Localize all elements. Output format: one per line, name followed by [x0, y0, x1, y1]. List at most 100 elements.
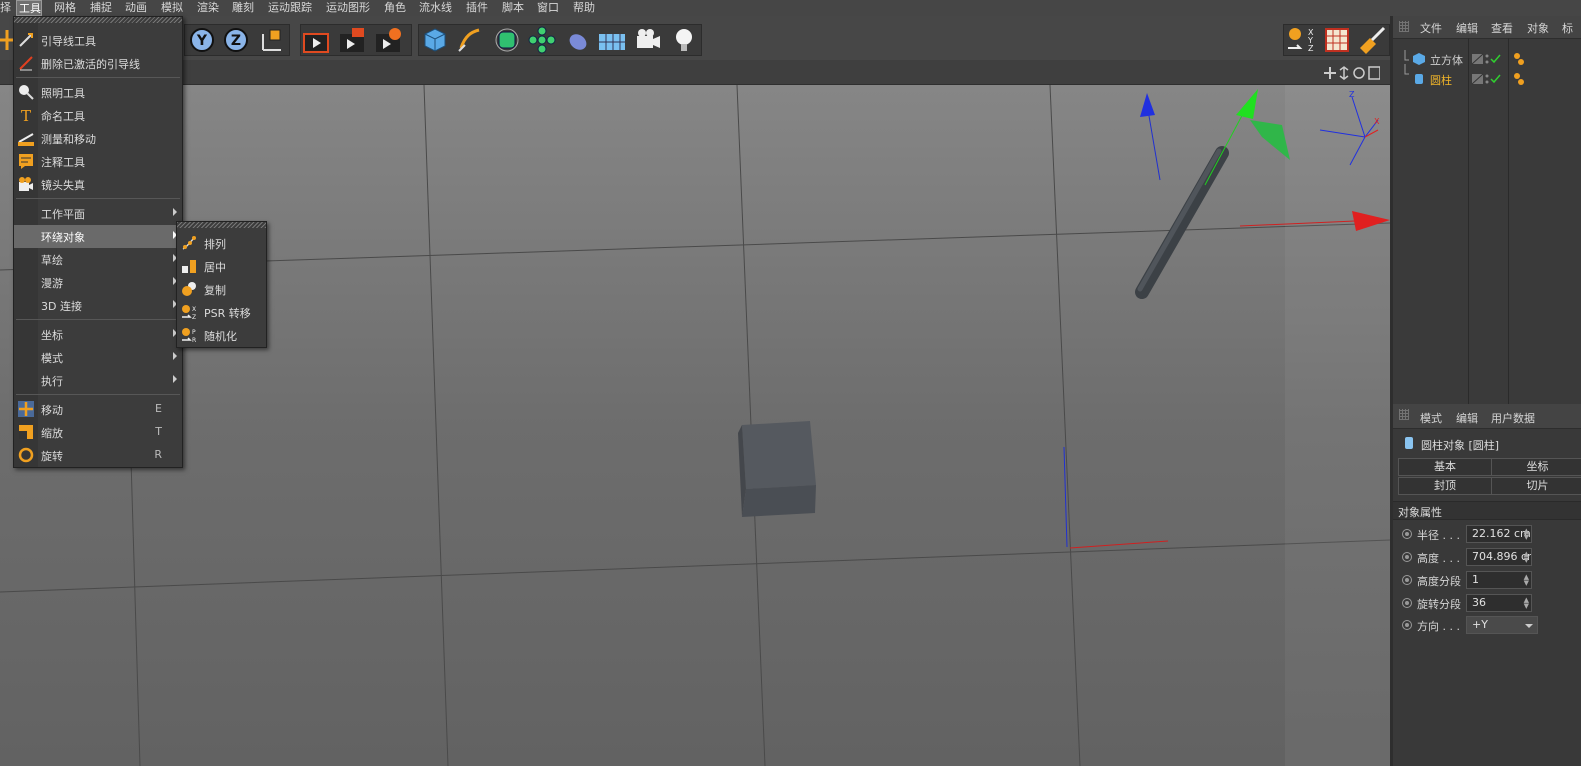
viewport-nav-icons[interactable] [1324, 66, 1381, 80]
phong-tag-icon[interactable] [1512, 52, 1526, 66]
menu-snap[interactable]: 捕捉 [90, 0, 112, 16]
menu-item-naming-tool[interactable]: T 命名工具 [14, 104, 182, 127]
menu-window[interactable]: 窗口 [537, 0, 559, 16]
menu-item-lighting-tool[interactable]: 照明工具 [14, 81, 182, 104]
cube-object-icon[interactable] [421, 26, 449, 54]
menu-item-execute[interactable]: 执行 [14, 369, 182, 392]
menu-separator [16, 198, 180, 199]
render-settings-icon[interactable] [374, 26, 402, 54]
tab-caps-button[interactable]: 封顶 [1398, 477, 1492, 495]
menu-character[interactable]: 角色 [384, 0, 406, 16]
menu-plugins[interactable]: 插件 [466, 0, 488, 16]
menu-item-sketch[interactable]: 草绘 [14, 248, 182, 271]
menu-item-3d-connexion[interactable]: 3D 连接 [14, 294, 182, 317]
radius-input[interactable]: 22.162 cm ▲ ▼ [1466, 525, 1532, 543]
render-picture-viewer-icon[interactable] [338, 26, 366, 54]
menu-item-rotate[interactable]: 旋转 R [14, 444, 182, 467]
menu-item-coordinates[interactable]: 坐标 [14, 323, 182, 346]
svg-text:X: X [192, 306, 196, 313]
3d-viewport[interactable]: Z X [0, 85, 1390, 766]
menu-item-move[interactable]: 移动 E [14, 398, 182, 421]
om-tab-tags[interactable]: 标 [1562, 20, 1573, 36]
orientation-dropdown[interactable]: +Y [1466, 616, 1538, 634]
render-view-icon[interactable] [302, 26, 330, 54]
object-row-cylinder[interactable]: 圆柱 [1393, 64, 1581, 89]
tab-basic-button[interactable]: 基本 [1398, 458, 1492, 476]
submenu-item-center[interactable]: 居中 [177, 255, 266, 278]
menu-item-lens-distortion[interactable]: 镜头失真 [14, 173, 182, 196]
menu-tearoff-grip[interactable] [14, 17, 182, 23]
am-tab-user-data[interactable]: 用户数据 [1491, 410, 1535, 426]
menu-tools[interactable]: 工具 [16, 0, 42, 16]
menu-item-navigation[interactable]: 漫游 [14, 271, 182, 294]
om-tab-view[interactable]: 查看 [1491, 20, 1513, 36]
menu-script[interactable]: 脚本 [502, 0, 524, 16]
visibility-check-icon[interactable] [1472, 73, 1504, 85]
menu-item-scale[interactable]: 缩放 T [14, 421, 182, 444]
om-tab-file[interactable]: 文件 [1420, 20, 1442, 36]
menu-item-annotation-tool[interactable]: 注释工具 [14, 150, 182, 173]
height-segments-input[interactable]: 1 ▲ ▼ [1466, 571, 1532, 589]
submenu-item-label: 随机化 [204, 330, 237, 343]
submenu-item-arrange[interactable]: 排列 [177, 232, 266, 255]
menu-simulate[interactable]: 模拟 [161, 0, 183, 16]
camera-icon[interactable] [634, 26, 662, 54]
menu-mograph[interactable]: 运动图形 [326, 0, 370, 16]
light-icon[interactable] [670, 26, 698, 54]
menu-mesh[interactable]: 网格 [54, 0, 76, 16]
texture-grid-icon[interactable] [1323, 26, 1351, 54]
menu-sculpt[interactable]: 雕刻 [232, 0, 254, 16]
om-tab-edit[interactable]: 编辑 [1456, 20, 1478, 36]
menu-item-arrange-objects[interactable]: 环绕对象 [14, 225, 182, 248]
spinner-icon[interactable]: ▲ ▼ [1524, 551, 1529, 564]
phong-tag-icon[interactable] [1512, 72, 1526, 86]
submenu-item-psr-transfer[interactable]: XZ PSR 转移 [177, 301, 266, 324]
orientation-value: +Y [1472, 618, 1488, 631]
tab-coord-button[interactable]: 坐标 [1491, 458, 1581, 476]
object-row-cube[interactable]: 立方体 [1393, 50, 1581, 69]
paint-brush-icon[interactable] [1358, 26, 1386, 54]
axis-z-lock-icon[interactable]: Z [222, 26, 250, 54]
world-coordinates-icon[interactable] [258, 26, 286, 54]
pen-spline-icon[interactable] [455, 26, 483, 54]
tab-slice-button[interactable]: 切片 [1491, 477, 1581, 495]
keyframe-radio[interactable] [1402, 552, 1412, 562]
spinner-icon[interactable]: ▲ ▼ [1524, 528, 1529, 541]
spinner-icon[interactable]: ▲ ▼ [1524, 597, 1529, 610]
submenu-item-duplicate[interactable]: 复制 [177, 278, 266, 301]
subdivision-surface-icon[interactable] [493, 26, 521, 54]
menu-item-delete-guides[interactable]: 删除已激活的引导线 [14, 52, 182, 75]
am-tab-edit[interactable]: 编辑 [1456, 410, 1478, 426]
rotation-segments-input[interactable]: 36 ▲ ▼ [1466, 594, 1532, 612]
height-input[interactable]: 704.896 cm ▲ ▼ [1466, 548, 1532, 566]
floor-scene-icon[interactable] [598, 26, 626, 54]
axis-y-lock-icon[interactable]: Y [188, 26, 216, 54]
menu-item-modes[interactable]: 模式 [14, 346, 182, 369]
keyframe-radio[interactable] [1402, 529, 1412, 539]
move-tool-icon[interactable] [0, 26, 14, 54]
keyframe-radio[interactable] [1402, 598, 1412, 608]
keyframe-radio[interactable] [1402, 620, 1412, 630]
menu-help[interactable]: 帮助 [573, 0, 595, 16]
menu-select[interactable]: 择 [0, 0, 11, 16]
menu-item-measure-move[interactable]: 测量和移动 [14, 127, 182, 150]
am-tab-mode[interactable]: 模式 [1420, 410, 1442, 426]
visibility-check-icon[interactable] [1472, 53, 1504, 65]
menu-item-workplane[interactable]: 工作平面 [14, 202, 182, 225]
psr-transfer-tool-icon[interactable]: XYZ [1286, 26, 1314, 54]
deformer-icon[interactable] [564, 26, 592, 54]
menu-render[interactable]: 渲染 [197, 0, 219, 16]
panel-grip-icon[interactable] [1399, 409, 1409, 420]
spinner-icon[interactable]: ▲ ▼ [1524, 574, 1529, 587]
menu-item-guide-tool[interactable]: 引导线工具 [14, 29, 182, 52]
keyframe-radio[interactable] [1402, 575, 1412, 585]
om-column-divider-2 [1508, 38, 1509, 404]
om-tab-objects[interactable]: 对象 [1527, 20, 1549, 36]
menu-pipeline[interactable]: 流水线 [419, 0, 452, 16]
panel-grip-icon[interactable] [1399, 21, 1409, 32]
cloner-icon[interactable] [528, 26, 556, 54]
submenu-item-randomize[interactable]: PR 随机化 [177, 324, 266, 347]
menu-tearoff-grip[interactable] [177, 222, 266, 228]
menu-motion-tracking[interactable]: 运动跟踪 [268, 0, 312, 16]
menu-animate[interactable]: 动画 [125, 0, 147, 16]
